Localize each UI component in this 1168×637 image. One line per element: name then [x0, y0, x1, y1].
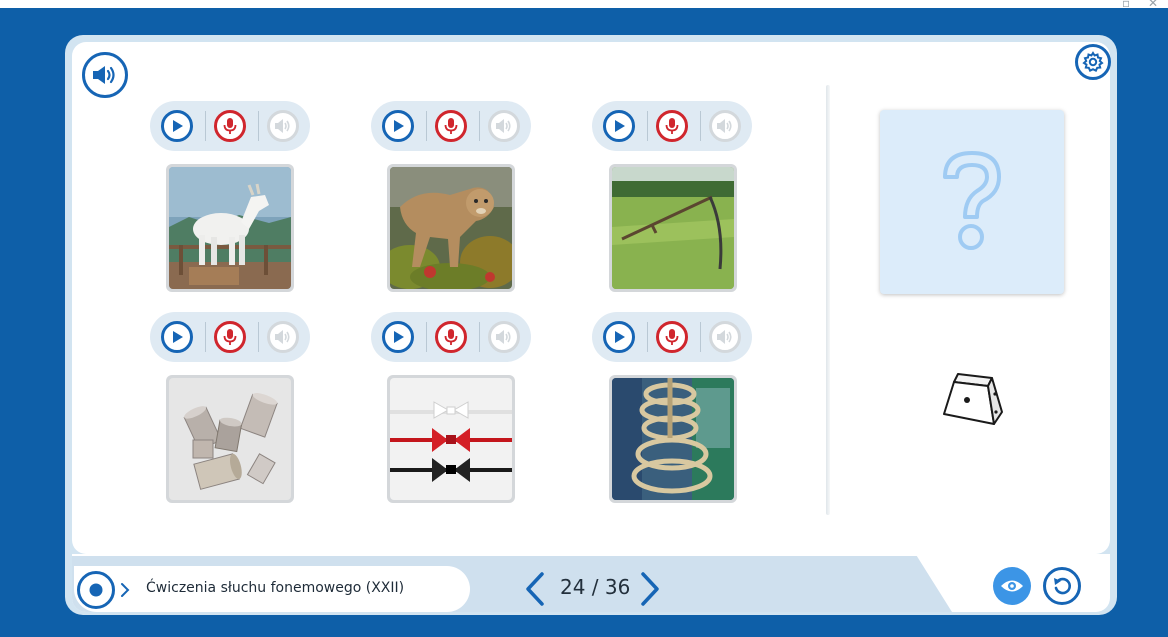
- play-button[interactable]: [603, 110, 635, 142]
- record-button[interactable]: [214, 110, 246, 142]
- reset-icon: [1054, 577, 1071, 595]
- playback-button[interactable]: [267, 110, 299, 142]
- play-icon: [173, 120, 183, 132]
- record-dot-icon: [89, 583, 103, 597]
- playback-button[interactable]: [709, 321, 741, 353]
- card-controls-1: [150, 101, 310, 151]
- play-icon: [615, 331, 625, 343]
- microphone-icon: [444, 118, 458, 134]
- exercise-title: Ćwiczenia słuchu fonemowego (XXII): [146, 580, 405, 596]
- vertical-divider: [826, 85, 830, 515]
- record-button[interactable]: [214, 321, 246, 353]
- card-controls-3: [592, 101, 752, 151]
- speaker-icon: [93, 66, 115, 84]
- speaker-button[interactable]: [82, 52, 128, 98]
- playback-button[interactable]: [709, 110, 741, 142]
- picture-card-tin-cans[interactable]: [166, 375, 294, 503]
- speaker-disabled-icon: [496, 330, 511, 344]
- window-minimize-icon[interactable]: ▫: [1122, 0, 1130, 10]
- picture-card-scythe[interactable]: [609, 164, 737, 292]
- record-button-main[interactable]: [77, 571, 115, 609]
- previous-page-button[interactable]: [522, 570, 548, 612]
- speaker-disabled-icon: [275, 330, 290, 344]
- speaker-disabled-icon: [717, 330, 732, 344]
- play-button[interactable]: [382, 321, 414, 353]
- microphone-icon: [665, 118, 679, 134]
- play-button[interactable]: [603, 321, 635, 353]
- play-button[interactable]: [161, 110, 193, 142]
- tin-cans-image: [169, 378, 291, 500]
- record-button[interactable]: [435, 110, 467, 142]
- window-close-icon[interactable]: ✕: [1148, 0, 1158, 10]
- play-icon: [394, 120, 404, 132]
- scythe-image: [612, 167, 734, 289]
- record-button[interactable]: [656, 321, 688, 353]
- picture-card-goat[interactable]: [166, 164, 294, 292]
- next-page-button[interactable]: [637, 570, 663, 612]
- play-icon: [173, 331, 183, 343]
- speaker-disabled-icon: [717, 119, 732, 133]
- show-answer-button[interactable]: [993, 567, 1031, 605]
- record-button[interactable]: [435, 321, 467, 353]
- answer-card[interactable]: [880, 110, 1064, 294]
- playback-button[interactable]: [488, 321, 520, 353]
- chevron-right-icon: [121, 583, 130, 597]
- card-controls-2: [371, 101, 531, 151]
- playback-button[interactable]: [267, 321, 299, 353]
- chevron-left-icon: [526, 572, 544, 606]
- card-controls-6: [592, 312, 752, 362]
- card-controls-5: [371, 312, 531, 362]
- page-indicator: 24 / 36: [560, 575, 631, 599]
- settings-button[interactable]: [1075, 44, 1111, 80]
- speaker-disabled-icon: [275, 119, 290, 133]
- dice-button[interactable]: [940, 368, 1006, 434]
- bow-ties-image: [390, 378, 512, 500]
- chevron-right-icon: [641, 572, 659, 606]
- play-button[interactable]: [382, 110, 414, 142]
- dice-icon: [943, 373, 1003, 425]
- speaker-disabled-icon: [496, 119, 511, 133]
- settings-gear-icon: [1082, 51, 1104, 72]
- eye-icon: [1001, 580, 1023, 592]
- picture-card-rope-coil[interactable]: [609, 375, 737, 503]
- goat-image: [169, 167, 291, 289]
- picture-card-cougar[interactable]: [387, 164, 515, 292]
- playback-button[interactable]: [488, 110, 520, 142]
- question-mark-icon: [943, 151, 1001, 250]
- cougar-image: [390, 167, 512, 289]
- rope-coil-image: [612, 378, 734, 500]
- play-icon: [394, 331, 404, 343]
- microphone-icon: [665, 329, 679, 345]
- record-button[interactable]: [656, 110, 688, 142]
- reset-button[interactable]: [1043, 567, 1081, 605]
- picture-card-bow-ties[interactable]: [387, 375, 515, 503]
- play-icon: [615, 120, 625, 132]
- microphone-icon: [223, 118, 237, 134]
- expand-menu-button[interactable]: [119, 581, 131, 603]
- microphone-icon: [444, 329, 458, 345]
- card-controls-4: [150, 312, 310, 362]
- play-button[interactable]: [161, 321, 193, 353]
- microphone-icon: [223, 329, 237, 345]
